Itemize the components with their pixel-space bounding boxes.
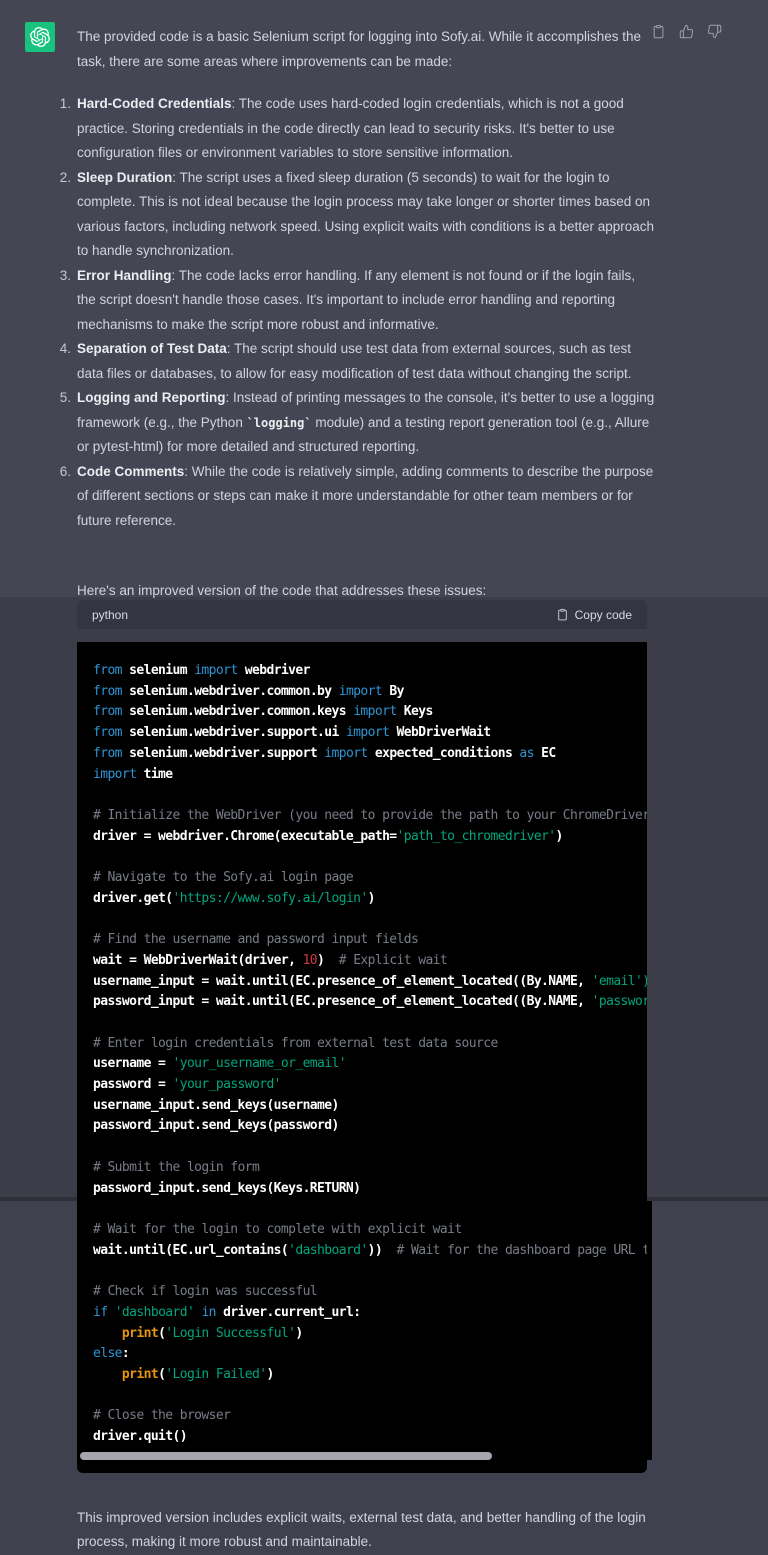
code-line: # Navigate to the Sofy.ai login page [93, 870, 354, 886]
code-line: print('Login Successful') [121, 1325, 303, 1341]
code-language-label: python [92, 607, 129, 622]
code-line: driver = webdriver.Chrome(executable_pat… [93, 828, 563, 844]
thumbs-up-icon [679, 24, 693, 39]
code-line: from selenium.webdriver.support import e… [93, 745, 556, 761]
code-block-stitch-extension [647, 1201, 652, 1460]
code-line: else: [93, 1346, 130, 1362]
code-line: # Submit the login form [93, 1159, 260, 1175]
list-item-term: Hard-Coded Credentials [77, 96, 232, 111]
message-actions [650, 24, 722, 40]
code-line: # Check if login was successful [93, 1284, 318, 1300]
code-line: # Initialize the WebDriver (you need to … [93, 807, 647, 823]
horizontal-scrollbar-thumb[interactable] [80, 1452, 492, 1460]
list-item: Error Handling: The code lacks error han… [49, 264, 657, 338]
code-line: from selenium import webdriver [93, 663, 310, 678]
code-content: from selenium import webdriver from selen… [77, 642, 647, 1473]
list-item-term: Code Comments [77, 463, 185, 479]
code-line: print('Login Failed') [121, 1366, 274, 1382]
openai-logo-icon [30, 27, 50, 47]
list-item: Logging and Reporting: Instead of printi… [49, 386, 657, 460]
thumbs-up-button[interactable] [678, 24, 694, 40]
code-line: password_input.send_keys(password) [93, 1118, 339, 1134]
code-line: # Find the username and password input f… [93, 932, 419, 948]
clipboard-icon [557, 608, 567, 621]
copy-code-label: Copy code [574, 607, 632, 622]
list-item-term: Error Handling [77, 267, 172, 283]
list-item: Code Comments: While the code is relativ… [49, 460, 657, 534]
code-line: from selenium.webdriver.support.ui impor… [93, 725, 491, 741]
chat-assistant-message: The provided code is a basic Selenium sc… [0, 0, 768, 1555]
list-item-term: Logging and Reporting [77, 390, 226, 405]
screenshot-seam [0, 1197, 768, 1201]
list-item-term: Sleep Duration [77, 169, 173, 185]
list-item: Hard-Coded Credentials: The code uses ha… [49, 92, 657, 166]
issues-list: Hard-Coded Credentials: The code uses ha… [49, 92, 657, 534]
inline-code: `logging` [246, 415, 312, 430]
copy-code-button[interactable]: Copy code [556, 608, 632, 622]
code-line: username_input = wait.until(EC.presence_… [93, 973, 647, 989]
message-body: The provided code is a basic Selenium sc… [49, 25, 657, 534]
code-line: # Enter login credentials from external … [93, 1035, 498, 1051]
code-line: if 'dashboard' in driver.current_url: [93, 1304, 361, 1320]
code-block: python Copy code from selenium import we… [77, 600, 647, 1486]
code-line: username = 'your_username_or_email' [93, 1056, 347, 1072]
code-line: import time [93, 766, 173, 782]
code-line: password = 'your_password' [93, 1077, 282, 1093]
code-line: from selenium.webdriver.common.keys impo… [93, 704, 433, 720]
code-line: wait = WebDriverWait(driver, 10) # Expli… [93, 952, 448, 968]
code-line: wait.until(EC.url_contains('dashboard'))… [93, 1242, 647, 1258]
code-line: username_input.send_keys(username) [93, 1097, 339, 1113]
code-line: driver.get('https://www.sofy.ai/login') [93, 890, 375, 906]
code-line: password_input = wait.until(EC.presence_… [93, 994, 647, 1010]
code-line: driver.quit() [93, 1429, 188, 1445]
intro-paragraph: The provided code is a basic Selenium sc… [77, 29, 642, 69]
code-block-header: python Copy code [77, 600, 647, 629]
list-item: Sleep Duration: The script uses a fixed … [49, 166, 657, 264]
list-item: Separation of Test Data: The script shou… [49, 337, 657, 386]
closing-paragraph: This improved version includes explicit … [77, 1509, 646, 1550]
code-line: from selenium.webdriver.common.by import… [93, 683, 404, 699]
thumbs-down-icon [707, 24, 721, 39]
thumbs-down-button[interactable] [706, 24, 722, 40]
code-line: # Wait for the login to complete with ex… [93, 1221, 462, 1237]
code-line: # Close the browser [93, 1408, 231, 1424]
assistant-avatar [25, 22, 55, 52]
list-item-term: Separation of Test Data [77, 341, 227, 356]
